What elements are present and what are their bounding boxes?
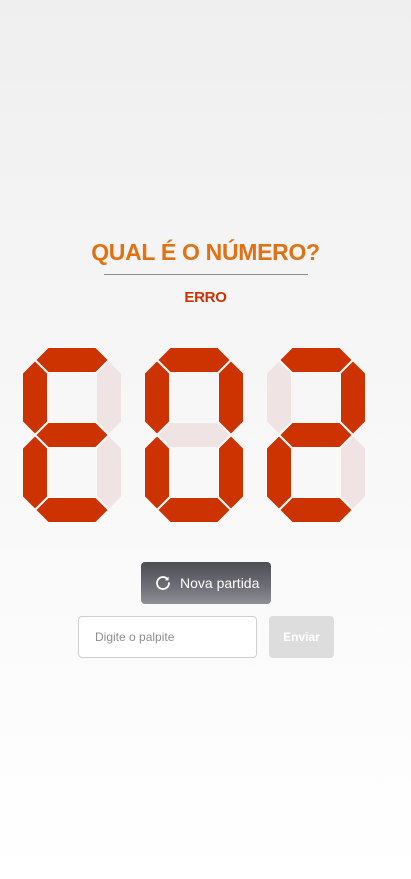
status-message: ERRO (184, 289, 227, 306)
new-game-button[interactable]: Nova partida (141, 562, 271, 604)
digit-3-segment-e-on (267, 436, 291, 509)
digit-2-segment-g-off (158, 423, 230, 447)
digit-2 (145, 348, 243, 522)
refresh-icon (155, 575, 171, 591)
digit-3-segment-a-on (280, 348, 352, 372)
title-divider (104, 274, 308, 275)
digit-2-segment-b-on (219, 361, 243, 434)
digit-3-segment-c-off (341, 436, 365, 509)
digit-1-segment-c-off (97, 436, 121, 509)
digit-1-segment-d-on (36, 498, 108, 522)
page-title: QUAL É O NÚMERO? (91, 239, 320, 265)
digit-3-segment-g-on (280, 423, 352, 447)
digit-1-segment-f-on (23, 361, 47, 434)
digit-1-segment-b-off (97, 361, 121, 434)
digit-2-segment-a-on (158, 348, 230, 372)
send-button[interactable]: Enviar (269, 616, 334, 658)
digit-1 (23, 348, 121, 522)
digit-1-segment-g-on (36, 423, 108, 447)
digit-3-segment-d-on (280, 498, 352, 522)
digit-2-segment-f-on (145, 361, 169, 434)
new-game-label: Nova partida (180, 575, 260, 591)
digit-3-segment-b-on (341, 361, 365, 434)
seven-segment-display (0, 340, 411, 530)
digit-1-segment-e-on (23, 436, 47, 509)
digit-1-segment-a-on (36, 348, 108, 372)
digit-3-segment-f-off (267, 361, 291, 434)
digit-2-segment-c-on (219, 436, 243, 509)
digit-3 (267, 348, 365, 522)
guess-input[interactable] (78, 616, 257, 658)
digit-2-segment-d-on (158, 498, 230, 522)
digit-2-segment-e-on (145, 436, 169, 509)
